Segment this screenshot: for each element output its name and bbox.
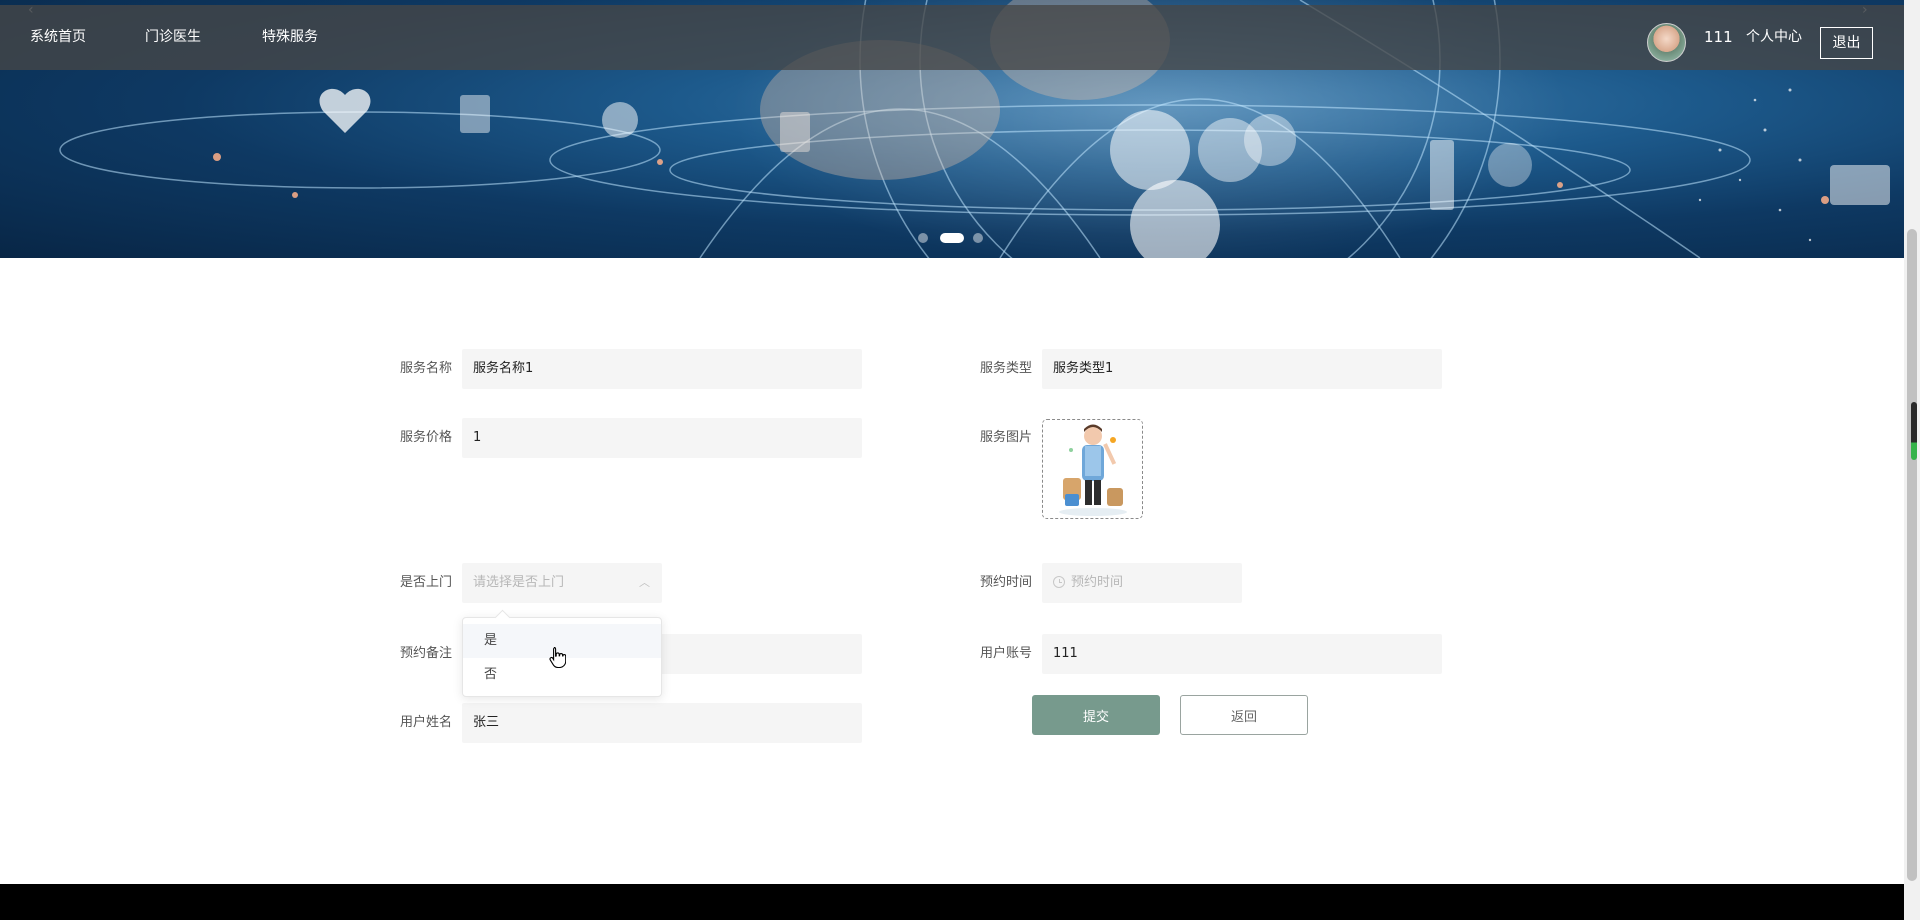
submit-button[interactable]: 提交 bbox=[1032, 695, 1160, 735]
user-avatar[interactable] bbox=[1647, 23, 1686, 62]
home-visit-select[interactable]: 请选择是否上门 ︿ bbox=[462, 563, 662, 603]
logout-button[interactable]: 退出 bbox=[1820, 27, 1873, 59]
clock-icon bbox=[1053, 576, 1065, 588]
back-button[interactable]: 返回 bbox=[1180, 695, 1308, 735]
page-footer bbox=[0, 884, 1904, 920]
service-image-label: 服务图片 bbox=[979, 430, 1032, 445]
service-name-label: 服务名称 bbox=[399, 361, 452, 376]
service-type-label: 服务类型 bbox=[979, 361, 1032, 376]
nav-item-special-service[interactable]: 特殊服务 bbox=[262, 5, 318, 70]
carousel-dot-1[interactable] bbox=[918, 233, 928, 243]
user-fullname-label: 用户姓名 bbox=[399, 715, 452, 730]
chevron-up-icon: ︿ bbox=[639, 576, 650, 589]
scroll-indicator-badge bbox=[1911, 402, 1917, 460]
user-center-link[interactable]: 个人中心 bbox=[1746, 5, 1802, 70]
appointment-time-label: 预约时间 bbox=[979, 575, 1032, 590]
nav-item-home[interactable]: 系统首页 bbox=[30, 5, 86, 70]
service-name-field[interactable]: 服务名称1 bbox=[462, 349, 862, 389]
service-type-field[interactable]: 服务类型1 bbox=[1042, 349, 1442, 389]
appointment-time-picker[interactable]: 预约时间 bbox=[1042, 563, 1242, 603]
nav-item-outpatient-doctor[interactable]: 门诊医生 bbox=[145, 5, 201, 70]
hand-pointer-cursor-icon bbox=[549, 646, 566, 668]
top-navigation-bar: 系统首页 门诊医生 特殊服务 111 个人中心 退出 bbox=[0, 5, 1904, 70]
service-price-field[interactable]: 1 bbox=[462, 418, 862, 458]
user-name: 111 bbox=[1704, 28, 1733, 46]
home-visit-label: 是否上门 bbox=[399, 575, 452, 590]
user-account-field[interactable]: 111 bbox=[1042, 634, 1442, 674]
home-visit-placeholder: 请选择是否上门 bbox=[473, 575, 565, 590]
service-image-upload[interactable] bbox=[1042, 419, 1143, 519]
user-account-label: 用户账号 bbox=[979, 646, 1032, 661]
service-image-thumbnail bbox=[1043, 420, 1142, 518]
service-price-label: 服务价格 bbox=[399, 430, 452, 445]
carousel-dot-2-active[interactable] bbox=[940, 233, 964, 243]
appointment-time-placeholder: 预约时间 bbox=[1071, 575, 1124, 590]
user-fullname-field[interactable]: 张三 bbox=[462, 703, 862, 743]
scrollbar-thumb[interactable] bbox=[1907, 229, 1917, 881]
carousel-dot-3[interactable] bbox=[973, 233, 983, 243]
appointment-note-label: 预约备注 bbox=[399, 646, 452, 661]
